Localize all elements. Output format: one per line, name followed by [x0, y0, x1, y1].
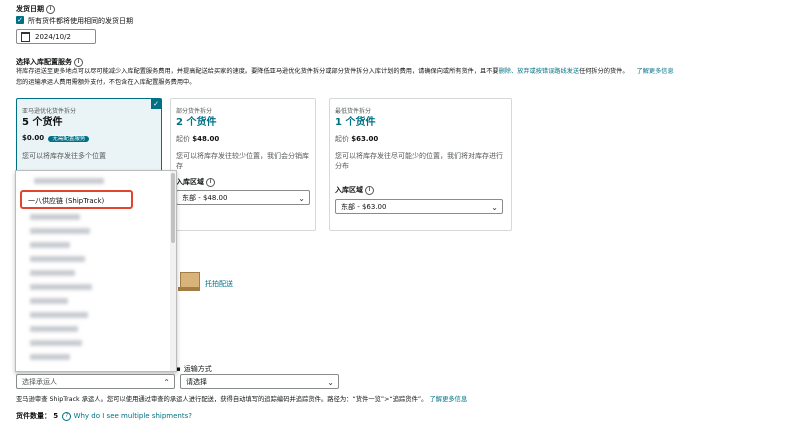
selected-check-icon: ✓ [151, 99, 161, 109]
card-price: 起价 $48.00 [176, 135, 220, 143]
card-shipment-count: 1 个货件 [335, 117, 376, 128]
carrier-select[interactable]: 选择承运人 ⌃ [16, 374, 175, 389]
shipping-method-label: ▪ 运输方式 [176, 365, 212, 373]
carrier-note: 亚马逊审查 ShipTrack 承运人。您可以使用通过审查的承运人进行配送，获得… [16, 396, 468, 403]
info-icon[interactable]: i [206, 177, 215, 187]
list-item[interactable] [30, 312, 88, 318]
region-select[interactable]: 东部 - $48.00 ⌄ [176, 190, 310, 205]
card-shipment-count: 5 个货件 [22, 117, 63, 128]
list-item[interactable] [34, 178, 104, 184]
placement-description: 将库存运送至更多地点可以尽可能减少入库配置服务费用，并提高配送给买家的速度。要降… [16, 68, 674, 75]
same-date-label: 所有货件都将使用相同的发货日期 [28, 17, 133, 25]
region-label: 入库区域 i [335, 185, 374, 195]
calendar-icon [21, 32, 30, 42]
list-item[interactable] [30, 354, 70, 360]
card-price: $0.00 无需配置服务 [22, 134, 90, 142]
multiple-shipments-link[interactable]: Why do I see multiple shipments? [74, 412, 192, 420]
card-description: 您可以将库存发往较少位置，我们会分销库存 [176, 152, 309, 170]
list-item[interactable] [30, 284, 92, 290]
card-minimal-split[interactable]: 最低货件拆分 1 个货件 起价 $63.00 您可以将库存发往尽可能少的位置，我… [329, 98, 512, 231]
region-label: 入库区域 i [176, 177, 215, 187]
chevron-down-icon: ⌄ [298, 194, 305, 203]
ship-date-heading: 发货日期 i [16, 4, 55, 14]
list-item[interactable] [30, 214, 80, 220]
info-icon[interactable]: i [365, 185, 374, 195]
card-description: 您可以将库存发往多个位置 [22, 152, 106, 160]
highlighted-option-box[interactable]: 一八供应链 (ShipTrack) [20, 190, 133, 209]
pallet-box-icon [178, 272, 200, 292]
info-icon[interactable]: i [46, 4, 55, 14]
pallet-option[interactable]: 托拍配送 [173, 266, 263, 306]
chevron-up-icon: ⌃ [163, 378, 170, 387]
lost-shipment-link[interactable]: 删除、放弃或按错误路线发送 [499, 68, 579, 75]
pallet-label: 托拍配送 [205, 280, 233, 288]
card-price: 起价 $63.00 [335, 135, 379, 143]
list-item[interactable] [30, 298, 68, 304]
learn-more-link[interactable]: 了解更多信息 [637, 68, 674, 75]
list-item[interactable] [30, 242, 70, 248]
card-description: 您可以将库存发往尽可能少的位置，我们将对库存进行分布 [335, 152, 503, 170]
card-shipment-count: 2 个货件 [176, 117, 217, 128]
card-partial-split[interactable]: 部分货件拆分 2 个货件 起价 $48.00 您可以将库存发往较少位置，我们会分… [170, 98, 316, 231]
carrier-fee-note: 您的运输承运人费用需额外支付，不包含在入库配置服务费用中。 [16, 79, 196, 86]
list-item[interactable] [30, 228, 90, 234]
carrier-learn-more-link[interactable]: 了解更多信息 [429, 396, 467, 403]
carrier-option-shiptrack: 一八供应链 (ShipTrack) [28, 197, 105, 205]
chevron-down-icon: ⌄ [491, 203, 498, 212]
date-input[interactable]: 2024/10/2 [16, 29, 96, 44]
list-item[interactable] [30, 340, 82, 346]
scrollbar-track[interactable] [170, 171, 176, 371]
same-date-checkbox[interactable]: ✓ [16, 16, 24, 24]
question-icon[interactable]: ? [62, 411, 72, 421]
carrier-dropdown-list[interactable]: 一八供应链 (ShipTrack) [15, 170, 177, 372]
placement-heading: 选择入库配置服务 i [16, 57, 83, 67]
scrollbar-thumb[interactable] [171, 173, 175, 243]
shipment-count: 货件数量： 5 ? Why do I see multiple shipment… [16, 411, 192, 421]
shipping-method-select[interactable]: 请选择 ⌄ [180, 374, 339, 389]
list-item[interactable] [30, 256, 85, 262]
chevron-down-icon: ⌄ [327, 378, 334, 387]
info-icon[interactable]: i [74, 57, 83, 67]
status-badge: 无需配置服务 [48, 136, 90, 142]
list-item[interactable] [30, 326, 78, 332]
list-item[interactable] [30, 270, 75, 276]
region-select[interactable]: 东部 - $63.00 ⌄ [335, 199, 503, 214]
date-value: 2024/10/2 [35, 33, 71, 41]
